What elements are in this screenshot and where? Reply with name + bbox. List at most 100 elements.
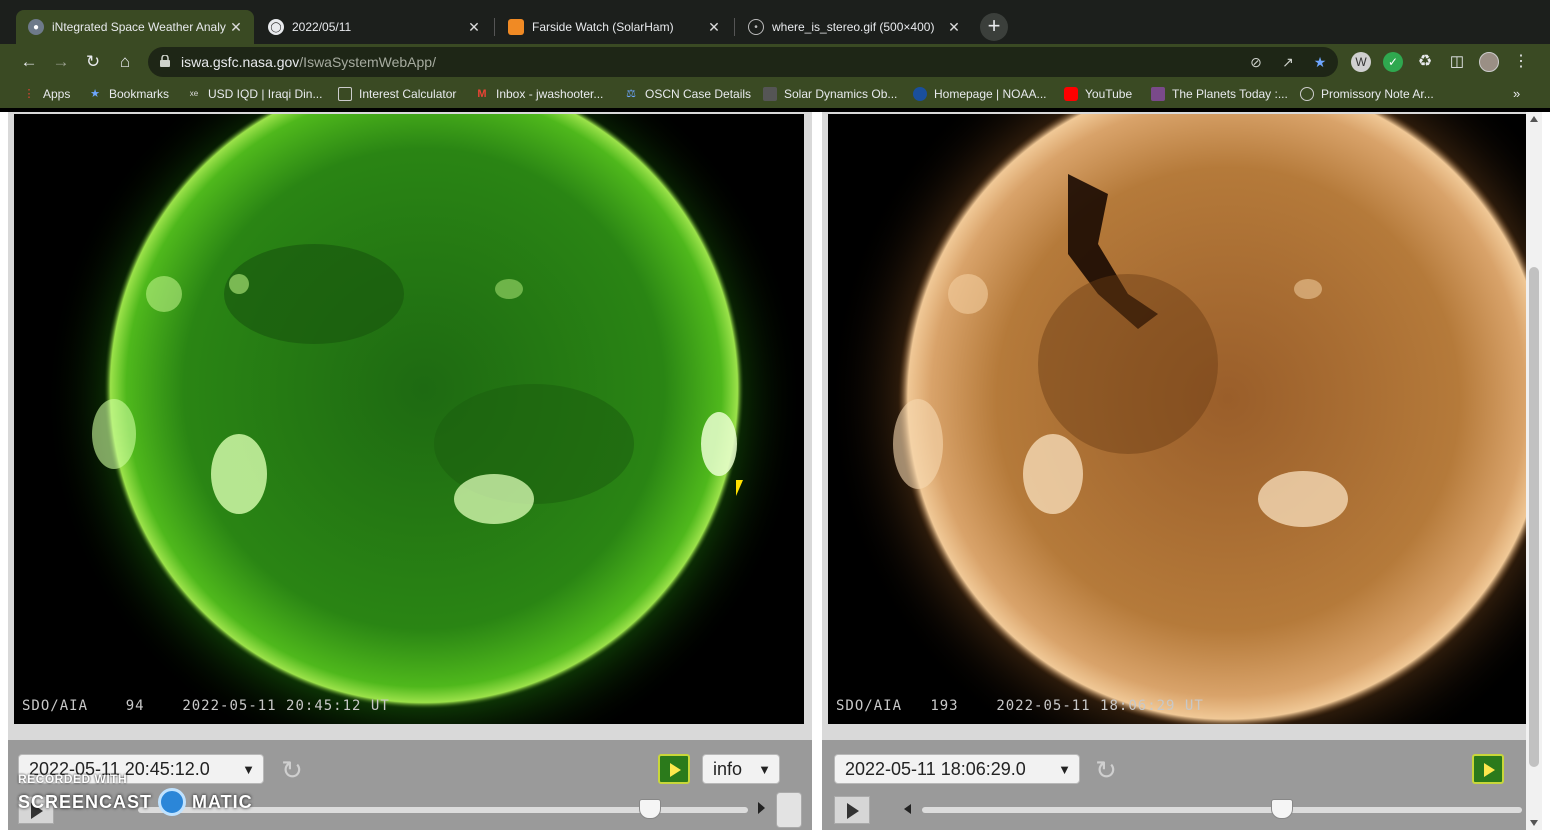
url-text[interactable]: iswa.gsfc.nasa.gov/IswaSystemWebApp/ (181, 54, 436, 70)
star-icon: ★ (90, 88, 100, 100)
close-icon[interactable]: ✕ (946, 19, 962, 35)
refresh-icon[interactable]: ↻ (1092, 756, 1120, 784)
sun-panel-aia-193: SDO/AIA 193 2022-05-11 18:06:29 UT 2022-… (822, 112, 1526, 830)
bookmark-bookmarks[interactable]: ★ Bookmarks (88, 85, 169, 103)
extension-check-icon[interactable]: ✓ (1383, 52, 1403, 72)
solarham-icon (508, 19, 524, 35)
apps-grid-icon: ⋮ (23, 88, 35, 100)
step-forward-icon[interactable] (758, 802, 765, 814)
bookmarks-overflow-icon[interactable]: » (1513, 86, 1520, 101)
bookmark-planets[interactable]: The Planets Today :... (1151, 85, 1288, 103)
menu-dots-icon[interactable]: ⋮ (1511, 52, 1531, 72)
extensions-puzzle-icon[interactable]: ♻ (1415, 52, 1435, 72)
forward-button[interactable]: → (49, 50, 73, 74)
bookmark-sdo[interactable]: Solar Dynamics Ob... (763, 85, 897, 103)
movie-play-button[interactable] (1472, 754, 1504, 784)
bookmark-label: USD IQD | Iraqi Din... (208, 87, 323, 101)
planets-icon (1151, 87, 1165, 101)
info-select[interactable]: info ▼ (702, 754, 780, 784)
tab-date[interactable]: ◯ 2022/05/11 ✕ (256, 10, 492, 44)
close-icon[interactable]: ✕ (466, 19, 482, 35)
bookmark-label: Apps (43, 87, 71, 101)
step-back-icon[interactable] (904, 804, 911, 814)
caret-down-icon: ▼ (758, 762, 771, 777)
sun-image-caption: SDO/AIA 193 2022-05-11 18:06:29 UT (836, 698, 1204, 714)
profile-avatar[interactable] (1479, 52, 1499, 72)
scroll-up-icon[interactable] (1530, 116, 1538, 122)
date-select[interactable]: 2022-05-11 18:06:29.0 ▼ (834, 754, 1080, 784)
gmail-icon: M (477, 88, 487, 100)
page-scrollbar[interactable] (1526, 112, 1542, 830)
tab-title: 2022/05/11 (292, 20, 352, 34)
tab-separator (494, 18, 495, 36)
speed-stepper[interactable] (776, 792, 802, 828)
bookmark-noaa[interactable]: Homepage | NOAA... (913, 85, 1047, 103)
sun-disk-94 (44, 114, 804, 724)
tab-farside[interactable]: Farside Watch (SolarHam) ✕ (496, 10, 732, 44)
watermark-brand: SCREENCAST MATIC (18, 788, 253, 816)
bookmarks-bar: ⋮ Apps ★ Bookmarks xe USD IQD | Iraqi Din..… (0, 80, 1550, 108)
address-bar[interactable]: iswa.gsfc.nasa.gov/IswaSystemWebApp/ ⊘ ↗… (148, 47, 1338, 77)
play-icon (847, 803, 859, 819)
watermark-brand-right: MATIC (192, 791, 253, 812)
bookmark-promissory[interactable]: Promissory Note Ar... (1300, 85, 1434, 103)
screencast-watermark: RECORDED WITH SCREENCAST MATIC (18, 772, 253, 816)
bookmark-label: The Planets Today :... (1172, 87, 1288, 101)
play-icon (1484, 763, 1495, 777)
bookmark-interest-calculator[interactable]: Interest Calculator (338, 85, 456, 103)
info-label: info (713, 759, 743, 779)
scrollbar-thumb[interactable] (1529, 267, 1539, 767)
bookmark-usd-iqd[interactable]: xe USD IQD | Iraqi Din... (187, 85, 323, 103)
sun-image-94[interactable]: SDO/AIA 94 2022-05-11 20:45:12 UT (14, 114, 804, 724)
currency-icon: xe (189, 89, 199, 98)
back-button[interactable]: ← (17, 50, 41, 74)
instrument-label: SDO/AIA (22, 698, 89, 714)
wavelength-label: 193 (930, 698, 959, 714)
bookmark-label: Homepage | NOAA... (934, 87, 1047, 101)
bookmark-youtube[interactable]: YouTube (1064, 85, 1132, 103)
share-icon[interactable]: ↗ (1279, 53, 1297, 71)
mouse-cursor (736, 480, 750, 496)
lock-icon[interactable] (160, 55, 170, 67)
tab-title: Farside Watch (SolarHam) (532, 20, 674, 34)
frame-slider-thumb[interactable] (1271, 799, 1293, 819)
eye-off-icon[interactable]: ⊘ (1247, 53, 1265, 71)
bookmark-inbox[interactable]: M Inbox - jwashooter... (475, 85, 603, 103)
timestamp-label: 2022-05-11 20:45:12 UT (182, 698, 390, 714)
bookmark-label: Solar Dynamics Ob... (784, 87, 898, 101)
caret-down-icon: ▼ (1058, 762, 1071, 777)
tab-stereo[interactable]: • where_is_stereo.gif (500×400) ✕ (736, 10, 972, 44)
tab-title: iNtegrated Space Weather Analy (52, 20, 226, 34)
bookmark-oscn[interactable]: ⚖ OSCN Case Details (624, 85, 751, 103)
instrument-label: SDO/AIA (836, 698, 903, 714)
sdo-icon (763, 87, 777, 101)
url-host: iswa.gsfc.nasa.gov (181, 54, 300, 70)
reload-button[interactable]: ↻ (81, 50, 105, 74)
page-content: SDO/AIA 94 2022-05-11 20:45:12 UT 2022-0… (0, 112, 1550, 830)
side-panel-icon[interactable]: ◫ (1447, 52, 1467, 72)
browser-toolbar: ← → ↻ ⌂ iswa.gsfc.nasa.gov/IswaSystemWeb… (0, 44, 1550, 80)
url-path: /IswaSystemWebApp/ (299, 54, 436, 70)
extension-w-icon[interactable]: W (1351, 52, 1371, 72)
movie-play-button[interactable] (658, 754, 690, 784)
refresh-icon[interactable]: ↻ (278, 756, 306, 784)
sun-image-193[interactable]: SDO/AIA 193 2022-05-11 18:06:29 UT (828, 114, 1526, 724)
tab-separator (734, 18, 735, 36)
close-icon[interactable]: ✕ (228, 19, 244, 35)
bookmark-apps[interactable]: ⋮ Apps (22, 85, 71, 103)
bookmark-label: OSCN Case Details (645, 87, 752, 101)
play-button[interactable] (834, 796, 870, 824)
globe-icon: ◯ (268, 19, 284, 35)
scroll-down-icon[interactable] (1530, 820, 1538, 826)
close-icon[interactable]: ✕ (706, 19, 722, 35)
bookmark-star-icon[interactable]: ★ (1311, 53, 1329, 71)
frame-slider-thumb[interactable] (639, 799, 662, 819)
new-tab-button[interactable]: + (980, 13, 1008, 41)
sun-panel-aia-94: SDO/AIA 94 2022-05-11 20:45:12 UT 2022-0… (8, 112, 812, 830)
home-button[interactable]: ⌂ (113, 50, 137, 74)
tab-iswa[interactable]: ● iNtegrated Space Weather Analy ✕ (16, 10, 254, 44)
frame-slider[interactable] (922, 807, 1522, 813)
wavelength-label: 94 (125, 698, 145, 714)
date-value: 2022-05-11 18:06:29.0 (845, 758, 1026, 779)
scales-icon: ⚖ (626, 88, 636, 100)
